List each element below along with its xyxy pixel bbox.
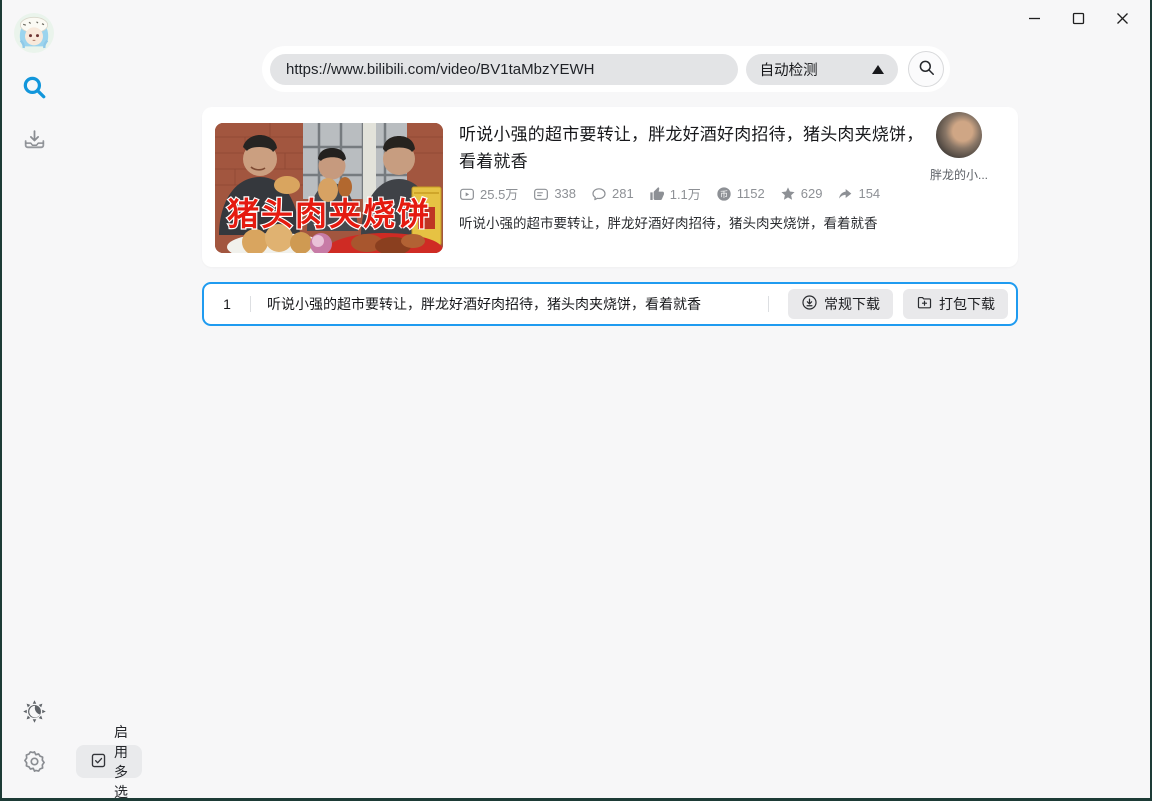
- divider: [250, 296, 251, 312]
- row-title: 听说小强的超市要转让，胖龙好酒好肉招待，猪头肉夹烧饼，看着就香: [267, 296, 701, 312]
- triangle-up-icon: [872, 64, 885, 74]
- sidebar: 启用多选: [2, 0, 142, 798]
- like-icon: [649, 186, 665, 202]
- theme-toggle-icon[interactable]: [20, 697, 48, 725]
- app-window: 启用多选 自动检测: [0, 0, 1152, 801]
- enable-multiselect-label: 启用多选: [114, 723, 128, 800]
- enable-multiselect-button[interactable]: 启用多选: [76, 724, 142, 798]
- video-info: 听说小强的超市要转让，胖龙好酒好肉招待，猪头肉夹烧饼，看着就香 25.5万 33…: [459, 121, 929, 232]
- detect-mode-label: 自动检测: [759, 62, 818, 79]
- search-bar: 自动检测: [262, 46, 950, 92]
- like-stat: 1.1万: [649, 184, 701, 203]
- video-title: 听说小强的超市要转让，胖龙好酒好肉招待，猪头肉夹烧饼，看着就香: [459, 125, 924, 172]
- regular-download-button[interactable]: 常规下载: [788, 289, 893, 319]
- coin-icon: 币: [716, 186, 732, 202]
- play-count-icon: [459, 186, 475, 202]
- danmaku-stat: 338: [533, 186, 576, 202]
- thumbnail-caption: 猪头肉夹烧饼: [227, 196, 431, 232]
- settings-gear-icon[interactable]: [20, 747, 48, 775]
- uploader-avatar[interactable]: [936, 112, 982, 158]
- share-stat: 154: [837, 186, 880, 202]
- download-row[interactable]: 1 听说小强的超市要转让，胖龙好酒好肉招待，猪头肉夹烧饼，看着就香 常规下载 打…: [202, 282, 1018, 326]
- detect-mode-dropdown[interactable]: 自动检测: [745, 53, 899, 85]
- row-actions: 常规下载 打包下载: [768, 289, 1008, 319]
- search-icon: [917, 58, 936, 80]
- folder-plus-icon: [916, 294, 933, 314]
- checkbox-icon: [90, 752, 107, 772]
- uploader-name: 胖龙的小...: [929, 168, 988, 182]
- video-thumbnail[interactable]: 猪头肉夹烧饼: [215, 123, 443, 253]
- uploader: 胖龙的小...: [924, 112, 994, 183]
- play-count-stat: 25.5万: [459, 184, 518, 203]
- search-button[interactable]: [908, 51, 944, 87]
- downloads-nav-icon[interactable]: [20, 125, 48, 153]
- url-input[interactable]: [270, 53, 738, 85]
- row-index: 1: [223, 296, 231, 312]
- maximize-button[interactable]: [1056, 4, 1100, 32]
- share-icon: [837, 186, 853, 202]
- video-stats: 25.5万 338 281 1.1万 币 1152 629 154: [459, 184, 929, 203]
- package-download-button[interactable]: 打包下载: [903, 289, 1008, 319]
- download-circle-icon: [801, 294, 818, 314]
- search-nav-icon[interactable]: [20, 73, 48, 101]
- minimize-button[interactable]: [1012, 4, 1056, 32]
- video-description: 听说小强的超市要转让，胖龙好酒好肉招待，猪头肉夹烧饼，看着就香: [459, 216, 878, 232]
- coin-stat: 币 1152: [716, 186, 765, 202]
- close-button[interactable]: [1100, 4, 1144, 32]
- video-card: 猪头肉夹烧饼 听说小强的超市要转让，胖龙好酒好肉招待，猪头肉夹烧饼，看着就香 2…: [202, 107, 1018, 267]
- svg-text:币: 币: [720, 190, 728, 199]
- favorite-star-icon: [780, 186, 796, 202]
- window-controls: [1012, 4, 1144, 32]
- user-avatar[interactable]: [14, 13, 54, 53]
- comment-stat: 281: [591, 186, 634, 202]
- danmaku-icon: [533, 186, 549, 202]
- divider: [768, 296, 769, 312]
- comment-icon: [591, 186, 607, 202]
- favorite-stat: 629: [780, 186, 822, 202]
